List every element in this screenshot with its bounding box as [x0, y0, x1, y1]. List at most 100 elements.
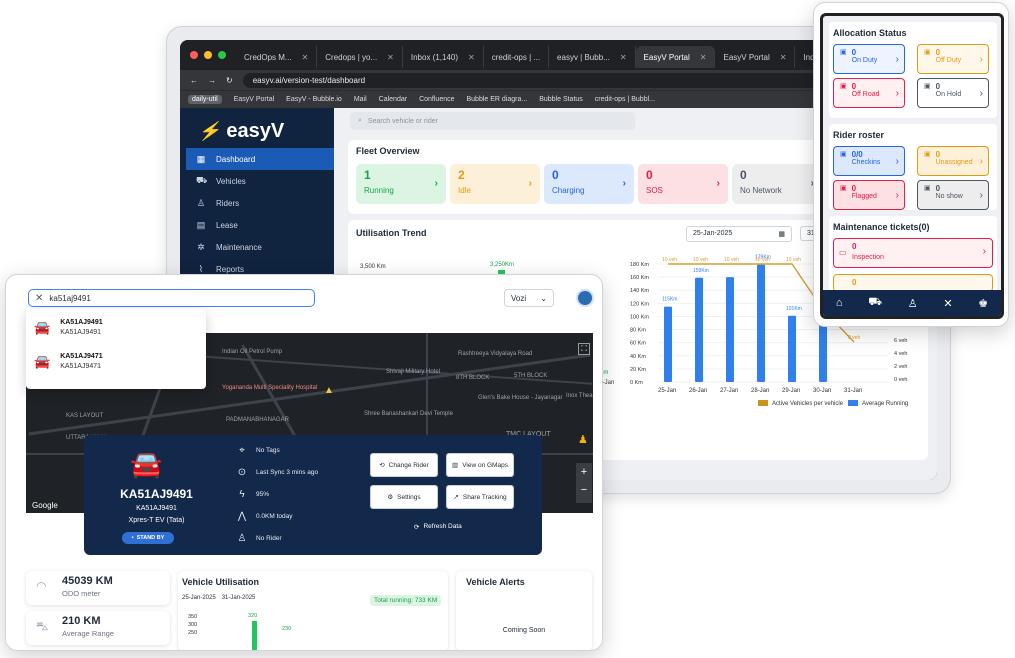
home-icon[interactable]: ⌂: [836, 297, 843, 309]
browser-tab-active[interactable]: EasyV Portal ✕: [635, 46, 716, 68]
vehicle-marker-icon[interactable]: ▲: [324, 385, 334, 396]
browser-tab[interactable]: credit-ops | ...: [484, 46, 550, 68]
bookmark-item[interactable]: EasyV Portal: [234, 96, 274, 103]
tag-icon: ⌖: [239, 445, 245, 456]
clear-search-icon[interactable]: ✕: [35, 293, 43, 304]
view-on-gmaps-button[interactable]: ▥ View on GMaps: [446, 453, 514, 477]
roster-button[interactable]: ▣ 0 Flagged ›: [833, 180, 905, 210]
legend-swatch: [848, 400, 858, 406]
fleet-stat-value: 0: [740, 168, 747, 182]
chevron-right-icon: ›: [895, 190, 899, 201]
vehicle-utilisation-title: Vehicle Utilisation: [182, 577, 260, 587]
sidebar-item-lease[interactable]: ▤ Lease: [186, 214, 334, 236]
utilisation-date-range[interactable]: 25-Jan-2025 31-Jan-2025: [182, 595, 255, 601]
user-dropdown[interactable]: Vozi ⌄: [504, 289, 554, 307]
vehicle-icon[interactable]: ⛟: [868, 296, 882, 310]
maintenance-section: Maintenance tickets(0) ▭ 0 Inspection › …: [829, 216, 997, 292]
dashboard-search-input[interactable]: ⌕ Search vehicle or rider: [350, 112, 635, 130]
allocation-button[interactable]: ▣ 0 On Hold ›: [917, 78, 989, 108]
browser-tab[interactable]: EasyV Portal ✕: [715, 46, 796, 68]
roster-button[interactable]: ▣ 0/0 Checkins ›: [833, 146, 905, 176]
avatar[interactable]: [576, 289, 594, 307]
search-result-item[interactable]: 🚘 KA51AJ9491 KA51AJ9491: [34, 319, 103, 336]
pegman-icon[interactable]: ♟: [578, 433, 588, 446]
bookmark-item[interactable]: Bubble ER diagra...: [467, 96, 528, 103]
maximize-window-icon[interactable]: [218, 51, 226, 59]
bookmark-item[interactable]: EasyV - Bubble.io: [286, 96, 342, 103]
bookmark-item[interactable]: daily-util: [188, 95, 222, 104]
fleet-stat-1[interactable]: 2 Idle ›: [450, 164, 540, 204]
back-icon[interactable]: ←: [190, 76, 198, 85]
reload-icon[interactable]: ↻: [226, 76, 233, 85]
rider-icon[interactable]: ♙: [908, 297, 918, 310]
browser-tab[interactable]: Inbox (1,140) ✕: [403, 46, 484, 68]
zoom-in-icon[interactable]: +: [576, 463, 592, 481]
bookmark-item[interactable]: Mail: [354, 96, 367, 103]
sidebar-item-vehicles[interactable]: ⛟ Vehicles: [186, 170, 334, 192]
url-field[interactable]: easyv.ai/version-test/dashboard: [242, 72, 843, 88]
easyv-logo[interactable]: ⚡ easyV: [198, 120, 284, 143]
bookmark-item[interactable]: Calendar: [379, 96, 407, 103]
search-result-item[interactable]: 🚘 KA51AJ9471 KA51AJ9471: [34, 353, 103, 370]
trend-x-tick: 26-Jan: [689, 388, 707, 394]
change-rider-button[interactable]: ⟲ Change Rider: [370, 453, 438, 477]
trend-bar-label: 101Km: [786, 306, 802, 312]
browser-tab[interactable]: CredOps M... ✕: [236, 46, 318, 68]
close-tab-icon[interactable]: ✕: [468, 53, 475, 62]
browser-tab[interactable]: Credops | yo... ✕: [317, 46, 403, 68]
bookmark-item[interactable]: Confluence: [419, 96, 454, 103]
roster-button[interactable]: ▣ 0 Unassigned ›: [917, 146, 989, 176]
inspection-button[interactable]: ▭ 0 Inspection ›: [833, 238, 993, 268]
close-tab-icon[interactable]: ✕: [700, 53, 707, 62]
roster-label: No show: [935, 193, 963, 200]
rider-roster-section: Rider roster ▣ 0/0 Checkins › ▣ 0 Unassigned › ▣…: [829, 124, 997, 210]
tools-icon[interactable]: ✕: [943, 297, 952, 310]
fleet-stat-3[interactable]: 0 SOS ›: [638, 164, 728, 204]
tab-label: easyv | Bubb...: [557, 52, 610, 62]
settings-button[interactable]: ⚙ Settings: [370, 485, 438, 509]
fleet-stat-4[interactable]: 0No Network›: [732, 164, 822, 204]
vehicle-search-input[interactable]: ✕ ka51aj9491: [28, 289, 315, 307]
swap-icon: ⟲: [379, 462, 385, 469]
inspection-value: 0: [852, 242, 857, 251]
tab-label: Inbox (1,140): [410, 52, 459, 62]
close-tab-icon[interactable]: ✕: [302, 53, 309, 62]
fleet-stat-2[interactable]: 0 Charging ›: [544, 164, 634, 204]
car-icon: 🚘: [130, 449, 163, 479]
sidebar-item-label: Reports: [216, 264, 245, 274]
url-text: easyv.ai/version-test/dashboard: [252, 75, 366, 85]
status-icon: ▣: [840, 83, 847, 90]
trend-line-label: 10 veh: [786, 257, 801, 263]
roster-label: Flagged: [851, 193, 877, 200]
user-settings-icon[interactable]: ♚: [978, 297, 988, 310]
lightning-icon: ϟ: [239, 489, 245, 500]
close-tab-icon[interactable]: ✕: [387, 53, 394, 62]
bookmark-item[interactable]: Bubble Status: [539, 96, 583, 103]
refresh-data-button[interactable]: ⟳ Refresh Data: [414, 523, 462, 531]
close-tab-icon[interactable]: ✕: [780, 53, 787, 62]
zoom-out-icon[interactable]: −: [576, 481, 592, 499]
allocation-button[interactable]: ▣ 0 Off Duty ›: [917, 44, 989, 74]
util-from-date: 25-Jan-2025: [182, 595, 216, 601]
fullscreen-icon[interactable]: ⛶: [578, 343, 590, 355]
minimize-window-icon[interactable]: [204, 51, 212, 59]
close-window-icon[interactable]: [190, 51, 198, 59]
sidebar-item-maintenance[interactable]: ✲ Maintenance: [186, 236, 334, 258]
bookmark-item[interactable]: credit-ops | Bubbl...: [595, 96, 655, 103]
sidebar-item-dashboard[interactable]: ▦ Dashboard: [186, 148, 334, 170]
phone-frame: Allocation Status ▣ 0 On Duty › ▣ 0 Off Duty › ▣…: [813, 2, 1009, 327]
share-tracking-button[interactable]: ↗ Share Tracking: [446, 485, 514, 509]
forward-icon[interactable]: →: [208, 76, 216, 85]
browser-tab[interactable]: easyv | Bubb... ✕: [549, 46, 636, 68]
sidebar-item-riders[interactable]: ♙ Riders: [186, 192, 334, 214]
allocation-button[interactable]: ▣ 0 On Duty ›: [833, 44, 905, 74]
date-from-picker[interactable]: 25-Jan-2025 ▦: [686, 226, 792, 242]
sidebar-item-label: Riders: [216, 198, 240, 208]
fleet-stat-0[interactable]: 1 Running ›: [356, 164, 446, 204]
roster-button[interactable]: ▣ 0 No show ›: [917, 180, 989, 210]
close-tab-icon[interactable]: ✕: [620, 53, 627, 62]
allocation-button[interactable]: ▣ 0 Off Road ›: [833, 78, 905, 108]
fleet-stat-value: 1: [364, 168, 371, 182]
status-dot-icon: •: [131, 535, 134, 541]
allocation-value: 0: [851, 48, 857, 57]
